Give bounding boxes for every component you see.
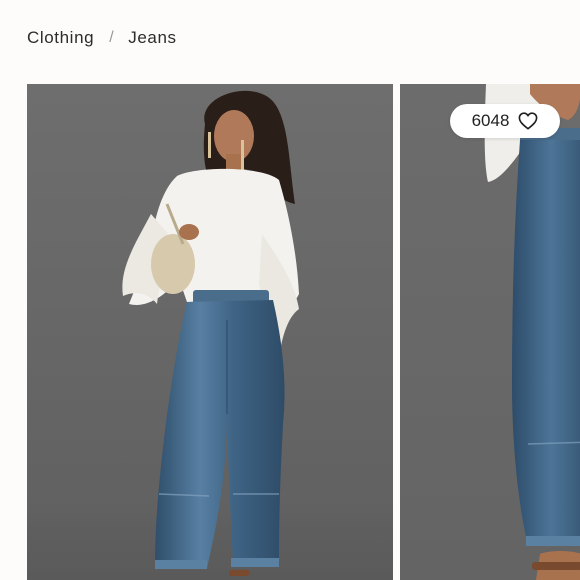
breadcrumb: Clothing / Jeans <box>27 27 177 49</box>
like-button[interactable]: 6048 <box>450 104 560 138</box>
breadcrumb-link-clothing[interactable]: Clothing <box>27 28 94 48</box>
product-page: Clothing / Jeans 6048 <box>0 0 580 580</box>
product-image-gallery <box>27 84 580 580</box>
product-image-main[interactable] <box>27 84 393 580</box>
breadcrumb-link-jeans[interactable]: Jeans <box>128 28 176 48</box>
product-image-secondary[interactable] <box>400 84 580 580</box>
model-photo-front <box>27 90 393 580</box>
model-photo-side-crop <box>484 84 580 580</box>
like-count: 6048 <box>471 111 510 130</box>
heart-outline-icon <box>518 112 538 130</box>
breadcrumb-separator: / <box>109 29 115 46</box>
